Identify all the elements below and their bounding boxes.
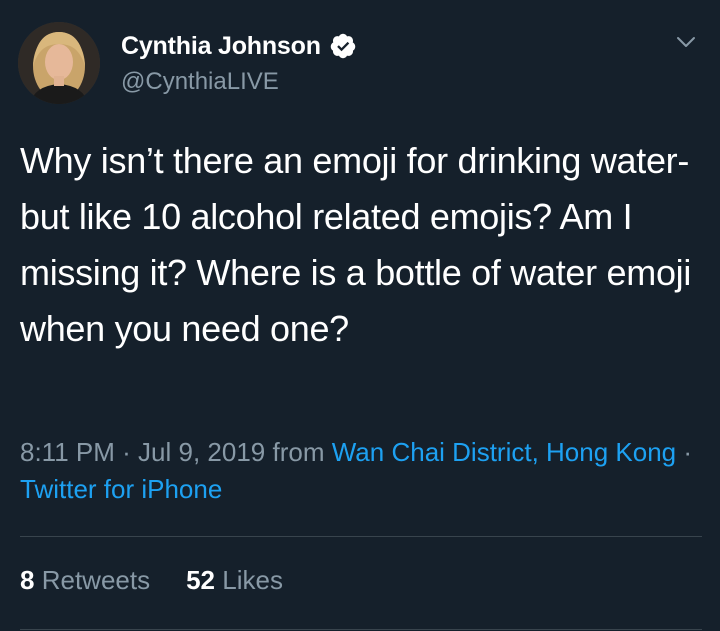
- retweets-stat[interactable]: 8 Retweets: [20, 565, 150, 596]
- display-name[interactable]: Cynthia Johnson: [121, 32, 321, 61]
- tweet-stats: 8 Retweets 52 Likes: [20, 565, 283, 596]
- tweet-text: Why isn’t there an emoji for drinking wa…: [20, 140, 692, 349]
- divider-top: [20, 536, 702, 537]
- divider-bottom: [20, 629, 702, 630]
- likes-count: 52: [186, 565, 216, 595]
- tweet-date[interactable]: Jul 9, 2019: [138, 437, 265, 467]
- likes-label: Likes: [222, 565, 283, 595]
- avatar[interactable]: [18, 22, 100, 104]
- retweets-label: Retweets: [41, 565, 151, 595]
- tweet-meta: 8:11 PM · Jul 9, 2019 from Wan Chai Dist…: [20, 434, 710, 508]
- location-link[interactable]: Wan Chai District, Hong Kong: [332, 437, 676, 467]
- name-row: Cynthia Johnson: [121, 30, 357, 62]
- from-label: from: [272, 437, 325, 467]
- likes-stat[interactable]: 52 Likes: [186, 565, 283, 596]
- meta-separator-2: ·: [683, 437, 693, 467]
- tweet-header: Cynthia Johnson @CynthiaLIVE: [0, 0, 720, 110]
- user-handle[interactable]: @CynthiaLIVE: [121, 68, 279, 96]
- avatar-image: [18, 22, 100, 104]
- source-link[interactable]: Twitter for iPhone: [20, 474, 222, 504]
- verified-badge-icon: [330, 33, 356, 59]
- tweet-time[interactable]: 8:11 PM: [20, 437, 115, 467]
- chevron-down-icon[interactable]: [674, 30, 698, 54]
- meta-separator: ·: [122, 437, 131, 467]
- retweets-count: 8: [20, 565, 35, 595]
